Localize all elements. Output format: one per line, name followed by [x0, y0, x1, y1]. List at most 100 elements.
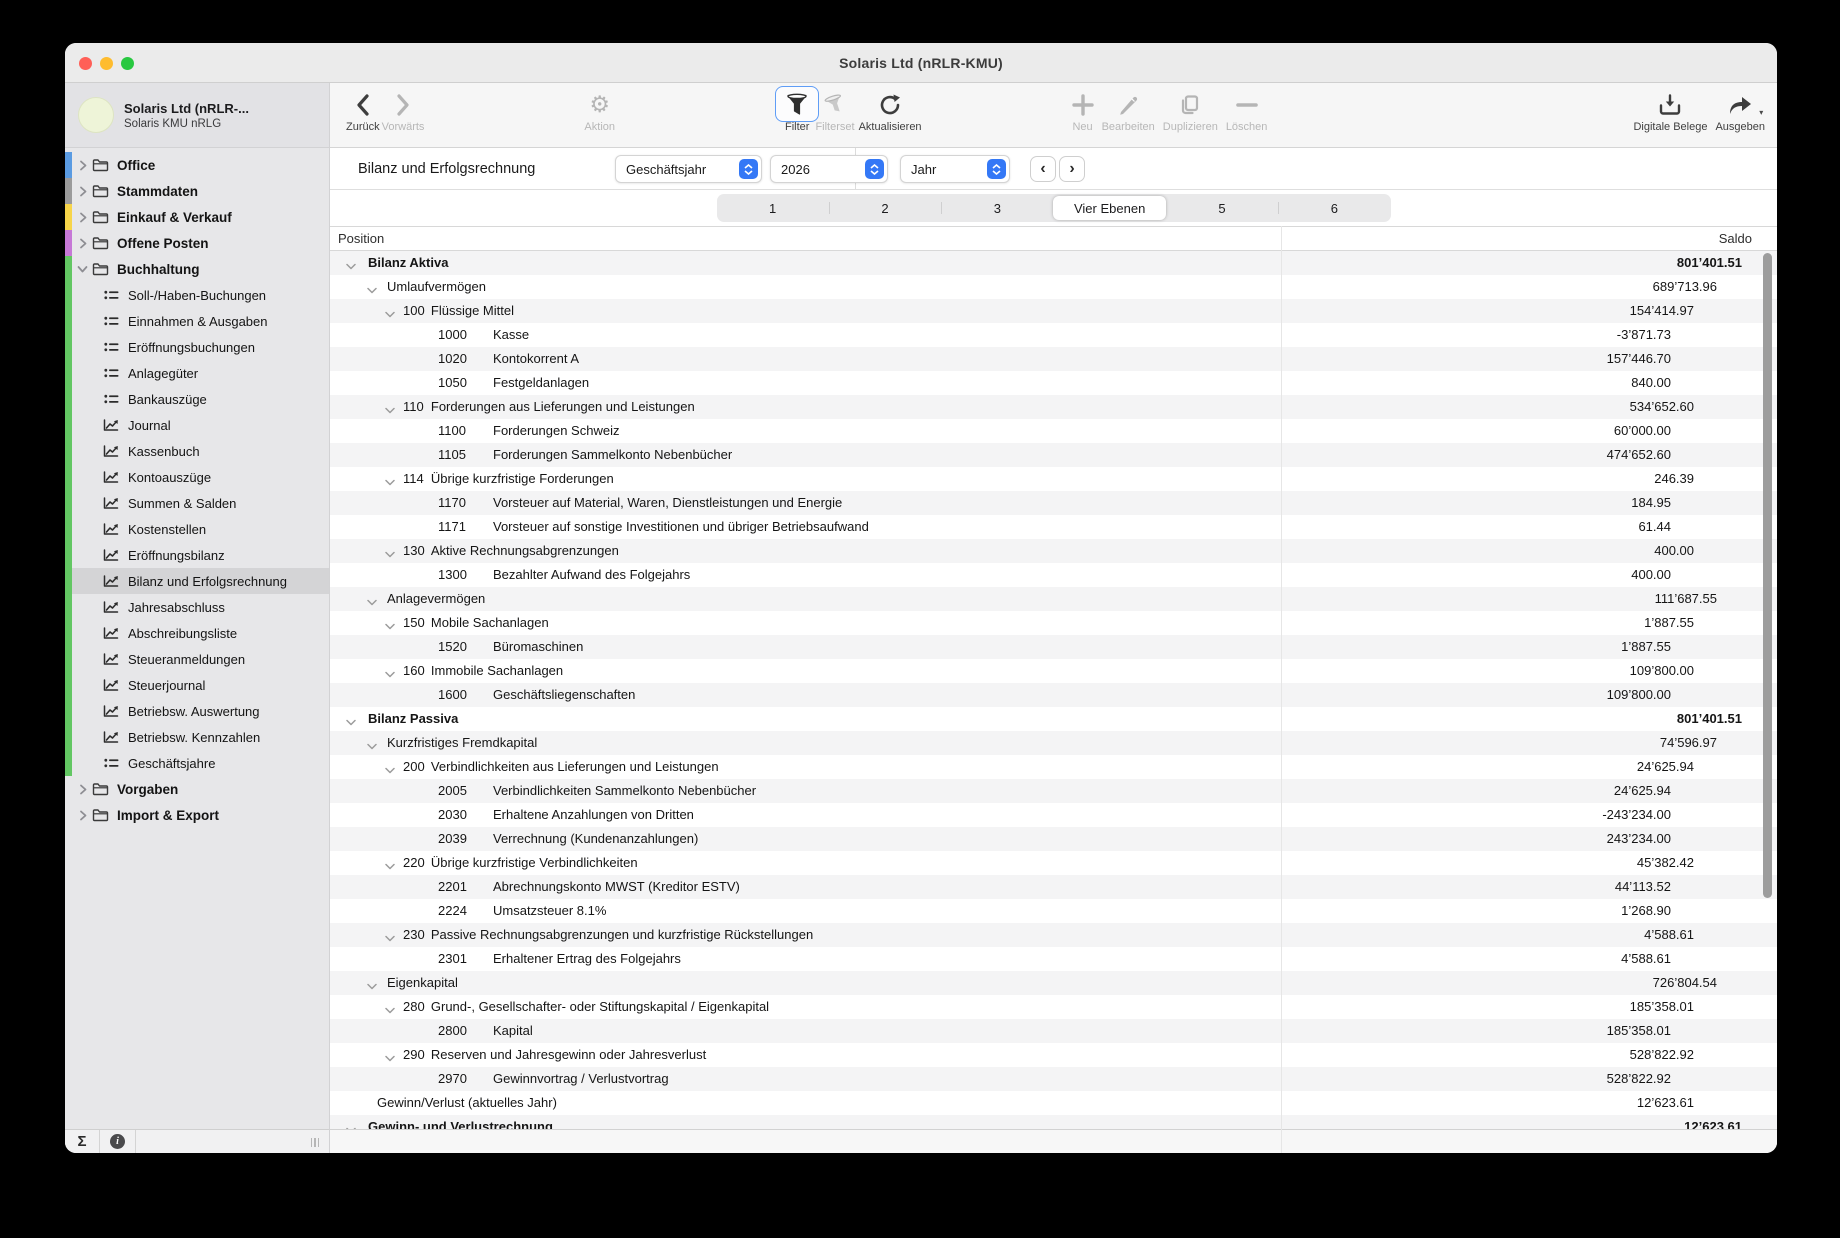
- table-row-2039[interactable]: 2039Verrechnung (Kundenanzahlungen)243’2…: [330, 827, 1777, 851]
- chevron-down-icon[interactable]: [346, 714, 356, 729]
- table-row[interactable]: Eigenkapital726’804.54: [330, 971, 1777, 995]
- chevron-down-icon[interactable]: [385, 1002, 395, 1017]
- year-select[interactable]: 2026: [770, 155, 888, 183]
- chevron-down-icon[interactable]: [385, 1050, 395, 1065]
- table-row-100[interactable]: 100Flüssige Mittel154’414.97: [330, 299, 1777, 323]
- table-row-1000[interactable]: 1000Kasse-3’871.73: [330, 323, 1777, 347]
- neu-button[interactable]: Neu: [1072, 83, 1094, 133]
- sidebar-item-offene-posten[interactable]: Offene Posten: [65, 230, 329, 256]
- level-segment-5[interactable]: 5: [1166, 194, 1278, 222]
- sidebar-item-betriebsw-kennzahlen[interactable]: Betriebsw. Kennzahlen: [65, 724, 329, 750]
- chevron-down-icon[interactable]: [346, 258, 356, 273]
- chevron-down-icon[interactable]: [367, 738, 377, 753]
- table-row-200[interactable]: 200Verbindlichkeiten aus Lieferungen und…: [330, 755, 1777, 779]
- sidebar-item-bankauszüge[interactable]: Bankauszüge: [65, 386, 329, 412]
- table-row-2970[interactable]: 2970Gewinnvortrag / Verlustvortrag528’82…: [330, 1067, 1777, 1091]
- table-row-290[interactable]: 290Reserven und Jahresgewinn oder Jahres…: [330, 1043, 1777, 1067]
- vertical-scrollbar[interactable]: [1763, 253, 1772, 898]
- level-segment-vier-ebenen[interactable]: Vier Ebenen: [1053, 196, 1165, 220]
- table-row-160[interactable]: 160Immobile Sachanlagen109’800.00: [330, 659, 1777, 683]
- table-row-2030[interactable]: 2030Erhaltene Anzahlungen von Dritten-24…: [330, 803, 1777, 827]
- aktualisieren-button[interactable]: Aktualisieren: [859, 83, 922, 133]
- sidebar-item-geschäftsjahre[interactable]: Geschäftsjahre: [65, 750, 329, 776]
- table-row-2005[interactable]: 2005Verbindlichkeiten Sammelkonto Nebenb…: [330, 779, 1777, 803]
- sidebar-company-header[interactable]: Solaris Ltd (nRLR-... Solaris KMU nRLG: [65, 83, 329, 148]
- chevron-down-icon[interactable]: [367, 978, 377, 993]
- sidebar-item-office[interactable]: Office: [65, 152, 329, 178]
- sidebar-item-steueranmeldungen[interactable]: Steueranmeldungen: [65, 646, 329, 672]
- chevron-down-icon[interactable]: [75, 265, 90, 273]
- next-period-button[interactable]: ›: [1059, 156, 1085, 182]
- sidebar-item-journal[interactable]: Journal: [65, 412, 329, 438]
- sidebar-item-stammdaten[interactable]: Stammdaten: [65, 178, 329, 204]
- duplizieren-button[interactable]: Duplizieren: [1163, 83, 1218, 133]
- period-type-select[interactable]: Geschäftsjahr: [615, 155, 762, 183]
- table-row[interactable]: Umlaufvermögen689’713.96: [330, 275, 1777, 299]
- sidebar-item-kassenbuch[interactable]: Kassenbuch: [65, 438, 329, 464]
- sidebar-item-soll-haben-buchungen[interactable]: Soll-/Haben-Buchungen: [65, 282, 329, 308]
- chevron-right-icon[interactable]: [75, 810, 90, 821]
- sidebar-item-abschreibungsliste[interactable]: Abschreibungsliste: [65, 620, 329, 646]
- table-row-230[interactable]: 230Passive Rechnungsabgrenzungen und kur…: [330, 923, 1777, 947]
- filter-button[interactable]: Filter: [785, 83, 809, 133]
- sidebar-item-eröffnungsbuchungen[interactable]: Eröffnungsbuchungen: [65, 334, 329, 360]
- loeschen-button[interactable]: Löschen: [1226, 83, 1268, 133]
- sidebar-item-steuerjournal[interactable]: Steuerjournal: [65, 672, 329, 698]
- chevron-right-icon[interactable]: [75, 160, 90, 171]
- sidebar-item-einkauf-verkauf[interactable]: Einkauf & Verkauf: [65, 204, 329, 230]
- table-row[interactable]: Gewinn- und Verlustrechnung12’623.61: [330, 1115, 1777, 1129]
- table-row-2224[interactable]: 2224Umsatzsteuer 8.1%1’268.90: [330, 899, 1777, 923]
- vorwaerts-button[interactable]: Vorwärts: [382, 83, 425, 133]
- column-divider[interactable]: [1281, 226, 1282, 1153]
- sidebar-item-jahresabschluss[interactable]: Jahresabschluss: [65, 594, 329, 620]
- aktion-button[interactable]: ⚙Aktion: [584, 83, 615, 133]
- sidebar-item-eröffnungsbilanz[interactable]: Eröffnungsbilanz: [65, 542, 329, 568]
- table-row-280[interactable]: 280Grund-, Gesellschafter- oder Stiftung…: [330, 995, 1777, 1019]
- level-segment-2[interactable]: 2: [829, 194, 941, 222]
- sidebar-item-betriebsw-auswertung[interactable]: Betriebsw. Auswertung: [65, 698, 329, 724]
- table-row[interactable]: Bilanz Passiva801’401.51: [330, 707, 1777, 731]
- info-icon[interactable]: i: [110, 1134, 125, 1149]
- chevron-down-icon[interactable]: [367, 594, 377, 609]
- chevron-down-icon[interactable]: [385, 546, 395, 561]
- sidebar-item-import-export[interactable]: Import & Export: [65, 802, 329, 828]
- sidebar-item-vorgaben[interactable]: Vorgaben: [65, 776, 329, 802]
- chevron-down-icon[interactable]: [385, 930, 395, 945]
- level-segment-3[interactable]: 3: [941, 194, 1053, 222]
- bearbeiten-button[interactable]: Bearbeiten: [1102, 83, 1155, 133]
- sidebar-item-buchhaltung[interactable]: Buchhaltung: [65, 256, 329, 282]
- period-range-select[interactable]: Jahr: [900, 155, 1010, 183]
- chevron-down-icon[interactable]: [385, 474, 395, 489]
- level-segment-6[interactable]: 6: [1278, 194, 1390, 222]
- chevron-down-icon[interactable]: [367, 282, 377, 297]
- column-header-saldo[interactable]: Saldo: [1719, 231, 1752, 246]
- zurueck-button[interactable]: Zurück: [346, 83, 380, 133]
- table-row-1520[interactable]: 1520Büromaschinen1’887.55: [330, 635, 1777, 659]
- chevron-right-icon[interactable]: [75, 238, 90, 249]
- sidebar-item-kontoauszüge[interactable]: Kontoauszüge: [65, 464, 329, 490]
- table-row[interactable]: Kurzfristiges Fremdkapital74’596.97: [330, 731, 1777, 755]
- table-row[interactable]: Anlagevermögen111’687.55: [330, 587, 1777, 611]
- filterset-button[interactable]: Filterset: [815, 83, 854, 133]
- pane-resize-grip[interactable]: [311, 1138, 320, 1147]
- table-row-2301[interactable]: 2301Erhaltener Ertrag des Folgejahrs4’58…: [330, 947, 1777, 971]
- chevron-right-icon[interactable]: [75, 784, 90, 795]
- table-row-1100[interactable]: 1100Forderungen Schweiz60’000.00: [330, 419, 1777, 443]
- table-row-114[interactable]: 114Übrige kurzfristige Forderungen246.39: [330, 467, 1777, 491]
- table-row[interactable]: Bilanz Aktiva801’401.51: [330, 251, 1777, 275]
- sum-icon[interactable]: Σ: [65, 1133, 99, 1150]
- chevron-down-icon[interactable]: [385, 402, 395, 417]
- chevron-down-icon[interactable]: [385, 306, 395, 321]
- sidebar-item-einnahmen-ausgaben[interactable]: Einnahmen & Ausgaben: [65, 308, 329, 334]
- table-row-1300[interactable]: 1300Bezahlter Aufwand des Folgejahrs400.…: [330, 563, 1777, 587]
- column-header-position[interactable]: Position: [330, 231, 384, 246]
- table-row-1105[interactable]: 1105Forderungen Sammelkonto Nebenbücher4…: [330, 443, 1777, 467]
- table-row-220[interactable]: 220Übrige kurzfristige Verbindlichkeiten…: [330, 851, 1777, 875]
- table-row-1600[interactable]: 1600Geschäftsliegenschaften109’800.00: [330, 683, 1777, 707]
- sidebar-item-kostenstellen[interactable]: Kostenstellen: [65, 516, 329, 542]
- chevron-down-icon[interactable]: [385, 858, 395, 873]
- sidebar-item-summen-salden[interactable]: Summen & Salden: [65, 490, 329, 516]
- table-row-2201[interactable]: 2201Abrechnungskonto MWST (Kreditor ESTV…: [330, 875, 1777, 899]
- chevron-down-icon[interactable]: [385, 618, 395, 633]
- previous-period-button[interactable]: ‹: [1030, 156, 1056, 182]
